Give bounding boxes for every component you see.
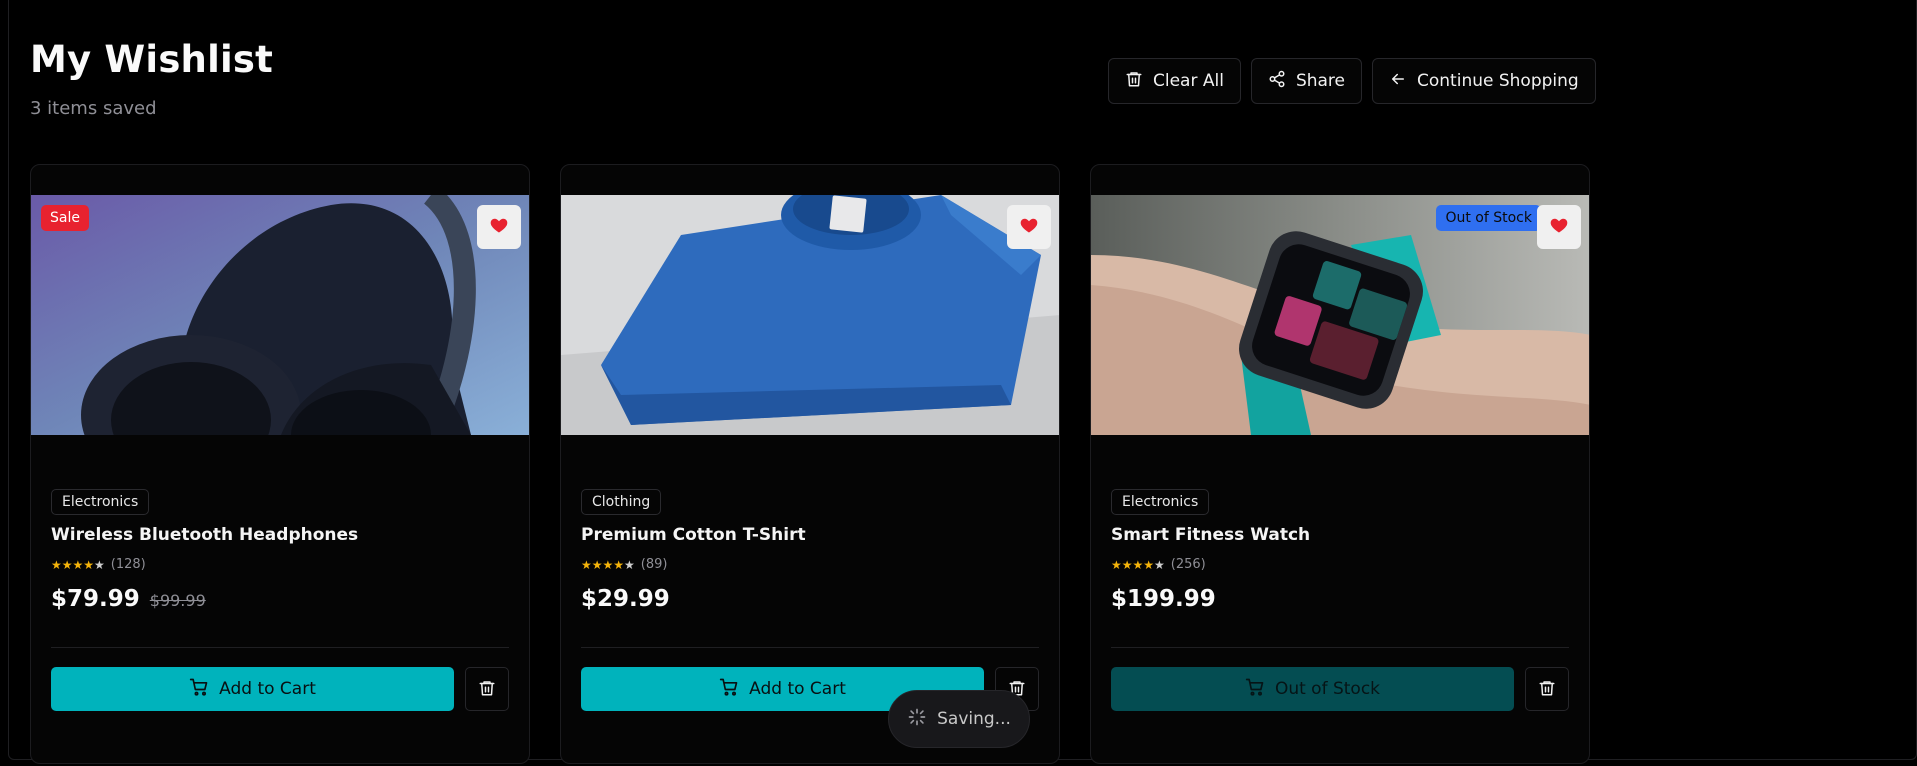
- toast-label: Saving...: [937, 709, 1011, 729]
- heart-icon: [1019, 215, 1039, 239]
- card-body: Clothing Premium Cotton T-Shirt ★★★★★ (8…: [581, 489, 1039, 612]
- star-rating-icon: ★★★★★: [1111, 557, 1165, 572]
- items-count: 3 items saved: [30, 98, 157, 119]
- current-price: $29.99: [581, 586, 670, 612]
- price-row: $79.99 $99.99: [51, 586, 509, 612]
- share-label: Share: [1295, 71, 1346, 91]
- original-price: $99.99: [149, 591, 206, 610]
- out-of-stock-button[interactable]: Out of Stock: [1111, 667, 1514, 711]
- divider: [1111, 647, 1569, 648]
- cart-icon: [189, 677, 209, 702]
- trash-icon: [1538, 679, 1556, 700]
- continue-shopping-button[interactable]: Continue Shopping: [1372, 58, 1596, 104]
- arrow-left-icon: [1389, 70, 1407, 93]
- share-button[interactable]: Share: [1250, 58, 1363, 104]
- category-tag: Electronics: [51, 489, 150, 515]
- add-to-cart-label: Add to Cart: [219, 679, 316, 699]
- out-of-stock-badge: Out of Stock: [1436, 205, 1541, 231]
- review-count: (89): [640, 557, 668, 572]
- continue-shopping-label: Continue Shopping: [1417, 71, 1579, 91]
- product-rating: ★★★★★ (128): [51, 557, 509, 572]
- page-title: My Wishlist: [30, 38, 273, 81]
- current-price: $79.99: [51, 586, 140, 612]
- star-rating-icon: ★★★★★: [51, 557, 105, 572]
- product-image: Out of Stock: [1091, 195, 1589, 435]
- current-price: $199.99: [1111, 586, 1216, 612]
- product-image: Sale: [31, 195, 529, 435]
- cart-icon: [1245, 677, 1265, 702]
- favorite-toggle[interactable]: [1537, 205, 1581, 249]
- wishlist-card: Clothing Premium Cotton T-Shirt ★★★★★ (8…: [560, 164, 1060, 764]
- add-to-cart-label: Add to Cart: [749, 679, 846, 699]
- add-to-cart-button[interactable]: Add to Cart: [51, 667, 454, 711]
- tshirt-photo: [561, 195, 1059, 435]
- clear-all-button[interactable]: Clear All: [1108, 58, 1241, 104]
- wishlist-card: Out of Stock Electronics Smart Fitness W…: [1090, 164, 1590, 764]
- trash-icon: [1125, 70, 1143, 93]
- product-name[interactable]: Premium Cotton T-Shirt: [581, 525, 1039, 545]
- clear-all-label: Clear All: [1153, 71, 1224, 91]
- heart-icon: [489, 215, 509, 239]
- product-name[interactable]: Wireless Bluetooth Headphones: [51, 525, 509, 545]
- out-of-stock-label: Out of Stock: [1274, 679, 1381, 699]
- cart-icon: [719, 677, 739, 702]
- product-image: [561, 195, 1059, 435]
- price-row: $199.99: [1111, 586, 1569, 612]
- divider: [581, 647, 1039, 648]
- price-row: $29.99: [581, 586, 1039, 612]
- trash-icon: [478, 679, 496, 700]
- wishlist-card: Sale Electronics Wireless Bluetooth Head…: [30, 164, 530, 764]
- sale-badge: Sale: [41, 205, 89, 231]
- category-tag: Clothing: [581, 489, 662, 515]
- review-count: (128): [110, 557, 146, 572]
- divider: [51, 647, 509, 648]
- heart-icon: [1549, 215, 1569, 239]
- review-count: (256): [1170, 557, 1206, 572]
- product-name[interactable]: Smart Fitness Watch: [1111, 525, 1569, 545]
- headphones-photo: [31, 195, 529, 435]
- favorite-toggle[interactable]: [477, 205, 521, 249]
- share-icon: [1268, 70, 1286, 93]
- favorite-toggle[interactable]: [1007, 205, 1051, 249]
- wishlist-grid: Sale Electronics Wireless Bluetooth Head…: [30, 164, 1590, 764]
- saving-toast: Saving...: [888, 690, 1030, 748]
- remove-item-button[interactable]: [1525, 667, 1569, 711]
- product-rating: ★★★★★ (256): [1111, 557, 1569, 572]
- remove-item-button[interactable]: [465, 667, 509, 711]
- spinner-icon: [907, 707, 927, 732]
- product-rating: ★★★★★ (89): [581, 557, 1039, 572]
- card-body: Electronics Smart Fitness Watch ★★★★★ (2…: [1111, 489, 1569, 612]
- category-tag: Electronics: [1111, 489, 1210, 515]
- card-body: Electronics Wireless Bluetooth Headphone…: [51, 489, 509, 612]
- smartwatch-photo: [1091, 195, 1589, 435]
- header-actions: Clear All Share Continue Shopping: [1108, 58, 1596, 104]
- star-rating-icon: ★★★★★: [581, 557, 635, 572]
